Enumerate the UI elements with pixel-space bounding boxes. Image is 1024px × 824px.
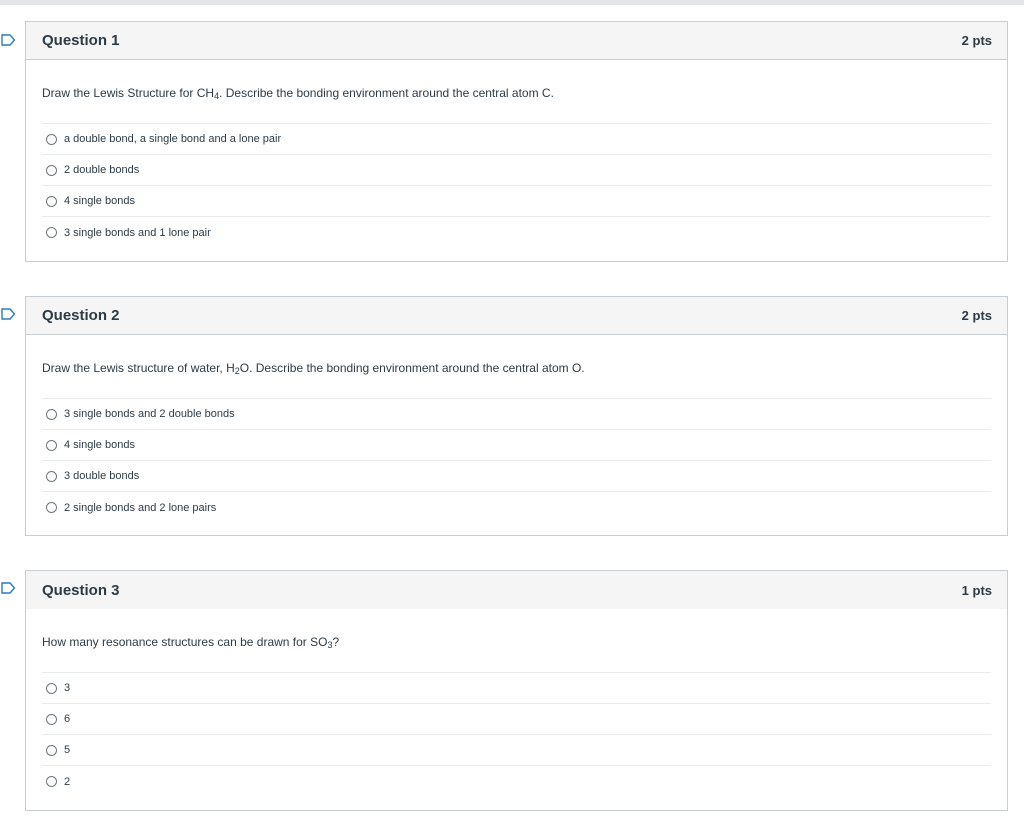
question-body: Draw the Lewis structure of water, H2O. … (26, 335, 1007, 523)
prompt-text: Draw the Lewis Structure for CH (42, 86, 215, 100)
answer-option[interactable]: 2 double bonds (42, 155, 991, 186)
question-prompt: Draw the Lewis structure of water, H2O. … (42, 335, 991, 398)
radio-button-icon[interactable] (46, 227, 57, 238)
answer-label: 3 single bonds and 2 double bonds (64, 408, 235, 420)
question-body: Draw the Lewis Structure for CH4. Descri… (26, 60, 1007, 248)
answer-option[interactable]: 5 (42, 735, 991, 766)
answer-option[interactable]: 3 (42, 673, 991, 704)
answer-option[interactable]: 3 single bonds and 2 double bonds (42, 399, 991, 430)
answer-label: a double bond, a single bond and a lone … (64, 133, 282, 145)
question-points: 1 pts (961, 582, 992, 598)
question-points: 2 pts (961, 33, 992, 48)
question-prompt: How many resonance structures can be dra… (42, 609, 991, 672)
radio-button-icon[interactable] (46, 502, 57, 513)
flag-question-3-icon[interactable] (1, 582, 16, 594)
question-title: Question 2 (42, 307, 120, 324)
answer-label: 4 single bonds (64, 439, 135, 451)
radio-button-icon[interactable] (46, 682, 57, 694)
answer-label: 2 (64, 775, 71, 788)
answer-label: 2 double bonds (64, 164, 140, 176)
top-divider (0, 0, 1024, 5)
question-prompt: Draw the Lewis Structure for CH4. Descri… (42, 60, 991, 123)
radio-button-icon[interactable] (46, 439, 57, 451)
answer-label: 3 double bonds (64, 470, 140, 482)
answer-label: 2 single bonds and 2 lone pairs (64, 501, 217, 514)
question-header: Question 1 2 pts (26, 22, 1007, 60)
answer-list: 3 single bonds and 2 double bonds 4 sing… (42, 398, 991, 523)
radio-button-icon[interactable] (46, 164, 57, 176)
flag-question-1-icon[interactable] (1, 34, 16, 46)
answer-option[interactable]: 3 single bonds and 1 lone pair (42, 217, 991, 248)
radio-button-icon[interactable] (46, 744, 57, 756)
question-title: Question 1 (42, 32, 120, 49)
answer-label: 3 single bonds and 1 lone pair (64, 226, 211, 239)
answer-label: 4 single bonds (64, 195, 135, 207)
radio-button-icon[interactable] (46, 713, 57, 725)
answer-option[interactable]: 4 single bonds (42, 430, 991, 461)
prompt-text: O. Describe the bonding environment arou… (239, 361, 585, 375)
question-title: Question 3 (42, 581, 120, 599)
answer-label: 6 (64, 713, 71, 725)
radio-button-icon[interactable] (46, 133, 57, 145)
prompt-text: Draw the Lewis structure of water, H (42, 361, 235, 375)
radio-button-icon[interactable] (46, 195, 57, 207)
answer-option[interactable]: a double bond, a single bond and a lone … (42, 124, 991, 155)
question-2-card: Question 2 2 pts Draw the Lewis structur… (25, 296, 1008, 536)
answer-list: 3 6 5 2 (42, 672, 991, 797)
answer-option[interactable]: 3 double bonds (42, 461, 991, 492)
question-points: 2 pts (961, 308, 992, 323)
answer-option[interactable]: 2 single bonds and 2 lone pairs (42, 492, 991, 523)
question-body: How many resonance structures can be dra… (26, 609, 1007, 797)
question-3-card: Question 3 1 pts How many resonance stru… (25, 570, 1008, 811)
answer-label: 5 (64, 744, 71, 756)
answer-option[interactable]: 4 single bonds (42, 186, 991, 217)
flag-question-2-icon[interactable] (1, 308, 16, 320)
question-1-card: Question 1 2 pts Draw the Lewis Structur… (25, 21, 1008, 262)
question-header: Question 3 1 pts (26, 571, 1007, 609)
answer-option[interactable]: 6 (42, 704, 991, 735)
radio-button-icon[interactable] (46, 470, 57, 482)
radio-button-icon[interactable] (46, 408, 57, 420)
answer-label: 3 (64, 682, 71, 694)
radio-button-icon[interactable] (46, 776, 57, 787)
answer-list: a double bond, a single bond and a lone … (42, 123, 991, 248)
prompt-text: ? (332, 635, 340, 649)
prompt-text: How many resonance structures can be dra… (42, 635, 328, 649)
prompt-text: . Describe the bonding environment aroun… (219, 86, 554, 100)
answer-option[interactable]: 2 (42, 766, 991, 797)
question-header: Question 2 2 pts (26, 297, 1007, 335)
